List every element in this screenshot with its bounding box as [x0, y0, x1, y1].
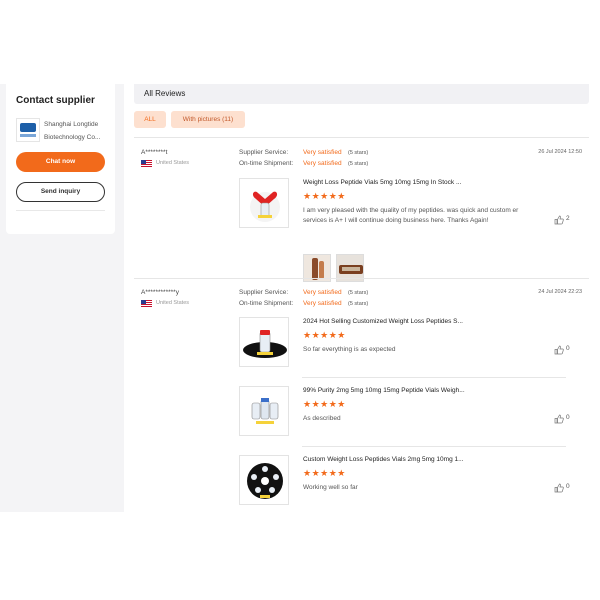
thumbs-up-icon[interactable] [554, 414, 564, 424]
us-flag-icon [141, 300, 152, 307]
company-name[interactable]: Shanghai Longtide Biotechnology Co... [44, 118, 114, 144]
page: Contact supplier Shanghai Longtide Biote… [0, 0, 600, 600]
us-flag-icon [141, 160, 152, 167]
thumbs-up-icon[interactable] [554, 215, 564, 225]
shipment-value: Very satisfied [303, 160, 342, 167]
divider [134, 278, 589, 279]
product-thumbnail[interactable] [239, 317, 289, 367]
chat-now-button[interactable]: Chat now [16, 152, 105, 172]
all-reviews-header: All Reviews [134, 84, 589, 104]
shipment-stars: (5 stars) [348, 161, 369, 167]
shipment-label: On-time Shipment: [239, 300, 294, 307]
divider [302, 377, 566, 378]
reviewer-country: United States [156, 300, 190, 306]
supplier-service-label: Supplier Service: [239, 289, 289, 296]
like-count: 0 [566, 414, 570, 421]
supplier-info[interactable]: Shanghai Longtide Biotechnology Co... [16, 116, 111, 146]
filter-all-button[interactable]: ALL [134, 111, 166, 128]
review-text: I am very pleased with the quality of my… [303, 207, 519, 224]
supplier-service-value: Very satisfied [303, 289, 342, 296]
rating-stars: ★★★★★ [303, 468, 346, 478]
shipment-stars: (5 stars) [348, 301, 369, 307]
product-thumbnail[interactable] [239, 178, 289, 228]
product-title[interactable]: Weight Loss Peptide Vials 5mg 10mg 15mg … [303, 179, 461, 186]
rating-stars: ★★★★★ [303, 191, 346, 201]
shipment-value: Very satisfied [303, 300, 342, 307]
shipment-label: On-time Shipment: [239, 160, 294, 167]
review-text: Working well so far [303, 484, 358, 491]
rating-stars: ★★★★★ [303, 330, 346, 340]
reviewer-name: A************y [141, 289, 179, 296]
contact-supplier-card: Contact supplier Shanghai Longtide Biote… [6, 84, 115, 234]
product-title[interactable]: 2024 Hot Selling Customized Weight Loss … [303, 318, 463, 325]
reviews-panel: All Reviews ALL With pictures (11) A****… [124, 84, 600, 512]
send-inquiry-button[interactable]: Send inquiry [16, 182, 105, 202]
supplier-service-value: Very satisfied [303, 149, 342, 156]
thumbs-up-icon[interactable] [554, 345, 564, 355]
review-text: So far everything is as expected [303, 346, 396, 353]
all-reviews-title: All Reviews [144, 89, 186, 98]
like-count: 0 [566, 345, 570, 352]
supplier-service-stars: (5 stars) [348, 150, 369, 156]
product-title[interactable]: 99% Purity 2mg 5mg 10mg 15mg Peptide Via… [303, 387, 465, 394]
contact-supplier-title: Contact supplier [16, 95, 95, 106]
divider [302, 446, 566, 447]
like-count: 2 [566, 215, 570, 222]
review-text: As described [303, 415, 341, 422]
reviewer-name: A********t [141, 149, 168, 156]
company-logo-icon [16, 118, 40, 142]
reviewer-country: United States [156, 160, 190, 166]
review-date: 24 Jul 2024 22:23 [538, 289, 582, 295]
thumbs-up-icon[interactable] [554, 483, 564, 493]
supplier-service-label: Supplier Service: [239, 149, 289, 156]
product-thumbnail[interactable] [239, 455, 289, 505]
divider [16, 210, 105, 211]
product-thumbnail[interactable] [239, 386, 289, 436]
review-date: 26 Jul 2024 12:50 [538, 149, 582, 155]
rating-stars: ★★★★★ [303, 399, 346, 409]
divider [134, 137, 589, 138]
supplier-service-stars: (5 stars) [348, 290, 369, 296]
product-title[interactable]: Custom Weight Loss Peptides Vials 2mg 5m… [303, 456, 464, 463]
filter-with-pictures-button[interactable]: With pictures (11) [171, 111, 245, 128]
like-count: 0 [566, 483, 570, 490]
